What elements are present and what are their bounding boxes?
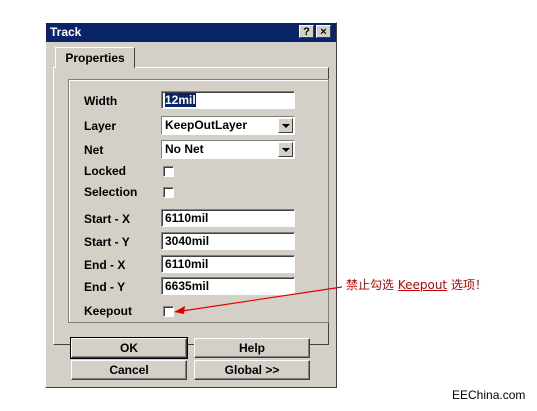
arrow-head xyxy=(174,306,185,314)
annotation-prefix: 禁止勾选 xyxy=(346,278,398,292)
arrow-line xyxy=(181,286,343,312)
annotation-text: 禁止勾选 Keepout 选项！ xyxy=(346,276,487,293)
watermark: EEChina.com xyxy=(452,388,526,402)
tab-properties[interactable]: Properties xyxy=(55,47,135,68)
annotation-suffix: 选项！ xyxy=(447,278,487,292)
annotation-keyword: Keepout xyxy=(397,278,448,292)
